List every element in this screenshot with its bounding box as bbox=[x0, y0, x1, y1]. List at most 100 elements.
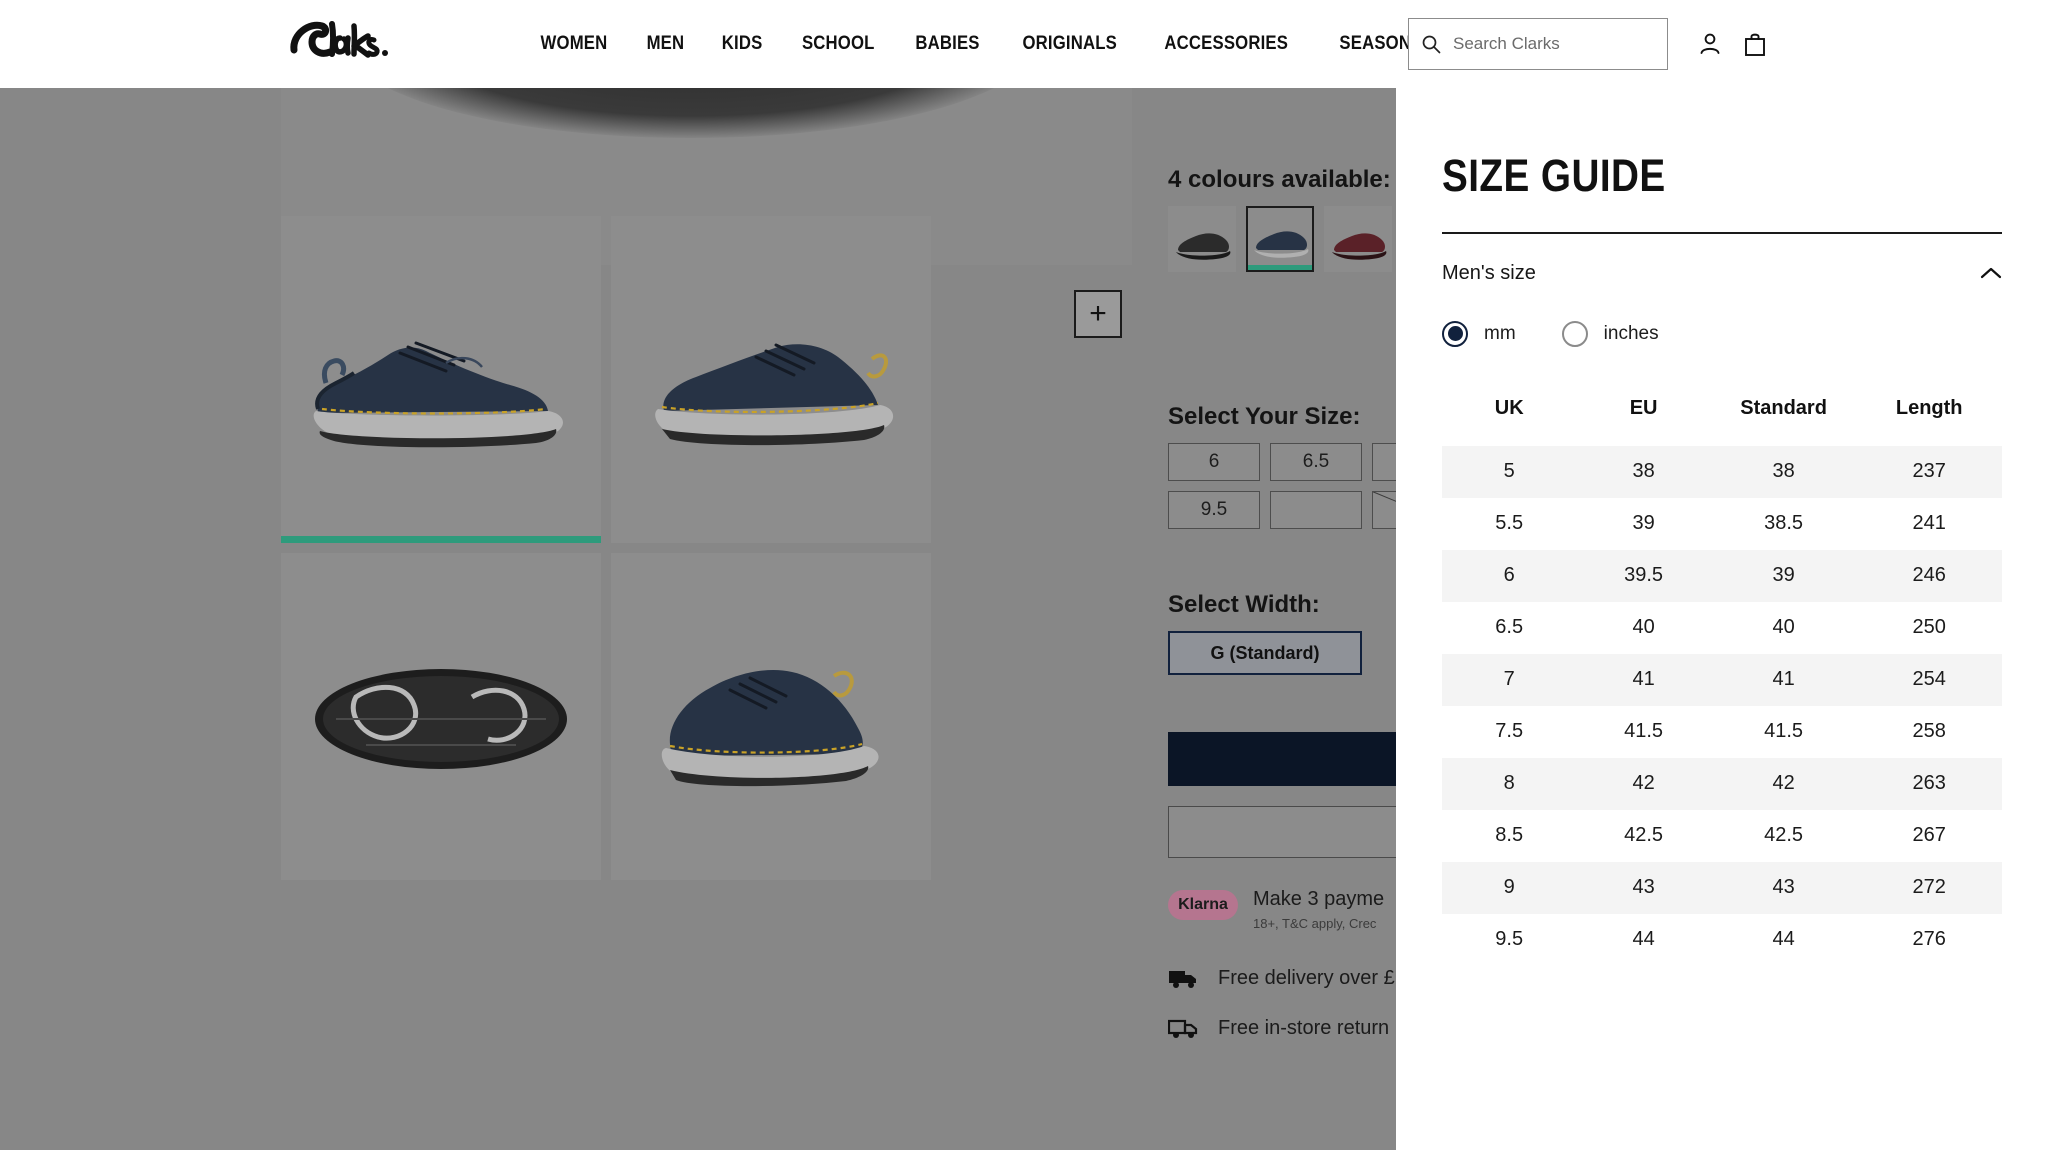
size-option-6[interactable]: 6 bbox=[1168, 443, 1260, 481]
unit-label-inches: inches bbox=[1603, 322, 1659, 344]
nav-item-men[interactable]: MEN bbox=[632, 33, 698, 55]
select-size-label: Select Your Size: bbox=[1168, 403, 1361, 430]
delivery-row-free-returns: Free in-store return bbox=[1167, 1016, 1395, 1040]
gallery-thumbnail-grid bbox=[281, 216, 1133, 880]
cell-eu: 42.5 bbox=[1624, 824, 1664, 846]
gallery-image-side-view[interactable] bbox=[281, 216, 601, 543]
cell-eu: 44 bbox=[1632, 928, 1655, 950]
table-row: 8.5 42.5 42.5 267 bbox=[1442, 810, 2002, 862]
cell-length: 246 bbox=[1912, 564, 1946, 586]
account-icon[interactable] bbox=[1697, 30, 1723, 58]
delivery-row-free-delivery: Free delivery over £ bbox=[1168, 966, 1395, 990]
colour-swatches bbox=[1168, 206, 1392, 272]
cell-uk: 6 bbox=[1503, 564, 1515, 586]
search-icon bbox=[1421, 34, 1441, 54]
table-row: 6 39.5 39 246 bbox=[1442, 549, 2002, 602]
nav-item-school[interactable]: SCHOOL bbox=[788, 33, 889, 55]
width-option-standard[interactable]: G (Standard) bbox=[1168, 631, 1362, 675]
cell-standard: 38 bbox=[1772, 460, 1795, 482]
shopping-bag-icon[interactable] bbox=[1742, 30, 1768, 58]
shoe-angle-illustration bbox=[655, 343, 894, 445]
size-option-next-b[interactable] bbox=[1270, 491, 1362, 529]
gallery-image-sole-view[interactable] bbox=[281, 553, 601, 880]
site-header: WOMEN MEN KIDS SCHOOL BABIES ORIGINALS A… bbox=[0, 0, 2048, 88]
unit-radio-inches[interactable]: inches bbox=[1561, 320, 1659, 347]
colour-swatch-burgundy[interactable] bbox=[1324, 206, 1392, 272]
table-row: 5 38 38 237 bbox=[1442, 445, 2002, 498]
klarna-headline: Make 3 payme bbox=[1253, 888, 1385, 910]
column-header-uk: UK bbox=[1494, 396, 1524, 419]
free-delivery-text: Free delivery over £ bbox=[1218, 966, 1395, 989]
cell-uk: 5.5 bbox=[1495, 512, 1524, 534]
cell-length: 250 bbox=[1912, 616, 1946, 638]
cell-eu: 42 bbox=[1632, 772, 1655, 794]
clarks-logo[interactable] bbox=[284, 16, 412, 72]
chevron-up-icon[interactable] bbox=[1980, 266, 2002, 280]
table-row: 9 43 43 272 bbox=[1442, 861, 2002, 914]
search-box[interactable] bbox=[1408, 18, 1668, 70]
cell-eu: 41.5 bbox=[1624, 720, 1664, 742]
size-guide-title: SIZE GUIDE bbox=[1442, 150, 1666, 201]
cell-standard: 41 bbox=[1772, 668, 1795, 690]
table-row: 8 42 42 263 bbox=[1442, 757, 2002, 810]
colours-available-label: 4 colours available: bbox=[1168, 166, 1391, 193]
table-header: UK EU Standard Length bbox=[1442, 387, 2002, 446]
cell-standard: 39 bbox=[1772, 564, 1795, 586]
product-page: WOMEN MEN KIDS SCHOOL BABIES ORIGINALS A… bbox=[0, 0, 2048, 1150]
table-row: 7.5 41.5 41.5 258 bbox=[1442, 706, 2002, 758]
cell-uk: 8.5 bbox=[1495, 824, 1524, 846]
column-header-eu: EU bbox=[1629, 396, 1658, 419]
cell-length: 237 bbox=[1912, 460, 1946, 482]
colour-swatch-black[interactable] bbox=[1168, 206, 1236, 272]
column-header-length: Length bbox=[1895, 396, 1963, 419]
unit-radio-mm[interactable]: mm bbox=[1442, 320, 1516, 347]
shoe-sole-image bbox=[341, 88, 1041, 138]
klarna-text: Make 3 payme 18+, T&C apply, Crec bbox=[1253, 888, 1384, 931]
free-returns-text: Free in-store return bbox=[1218, 1016, 1390, 1039]
cell-length: 254 bbox=[1912, 668, 1946, 690]
delivery-info: Free delivery over £ Free in-store retur… bbox=[1167, 966, 1395, 1066]
cell-length: 258 bbox=[1912, 720, 1946, 742]
size-option-6-5[interactable]: 6.5 bbox=[1270, 443, 1362, 481]
cell-eu: 39 bbox=[1632, 512, 1655, 534]
shoe-threequarter-illustration bbox=[661, 669, 879, 786]
table-row: 6.5 40 40 250 bbox=[1442, 602, 2002, 654]
search-input[interactable] bbox=[1453, 34, 1655, 54]
unit-label-mm: mm bbox=[1484, 322, 1516, 344]
size-guide-panel: SIZE GUIDE Men's size mm inches UK EU St… bbox=[1396, 88, 2048, 1150]
cell-length: 241 bbox=[1912, 512, 1946, 534]
table-body: 5 38 38 237 5.5 39 38.5 241 6 39.5 39 24… bbox=[1442, 445, 2002, 966]
nav-item-accessories[interactable]: ACCESSORIES bbox=[1150, 33, 1302, 55]
cell-standard: 42.5 bbox=[1764, 824, 1804, 846]
cell-standard: 44 bbox=[1772, 928, 1795, 950]
colour-swatch-navy[interactable] bbox=[1246, 206, 1314, 272]
cell-uk: 8 bbox=[1503, 772, 1515, 794]
gallery-image-three-quarter-view[interactable] bbox=[611, 553, 931, 880]
klarna-terms: 18+, T&C apply, Crec bbox=[1253, 916, 1377, 931]
radio-dot-inches bbox=[1561, 320, 1588, 347]
title-divider bbox=[1442, 232, 2002, 234]
select-width-label: Select Width: bbox=[1168, 591, 1320, 618]
nav-item-kids[interactable]: KIDS bbox=[707, 33, 776, 55]
cell-eu: 40 bbox=[1632, 616, 1655, 638]
nav-item-originals[interactable]: ORIGINALS bbox=[1009, 33, 1132, 55]
nav-item-babies[interactable]: BABIES bbox=[902, 33, 994, 55]
shoe-side-illustration bbox=[313, 341, 563, 447]
table-row: 5.5 39 38.5 241 bbox=[1442, 498, 2002, 550]
cell-eu: 39.5 bbox=[1624, 564, 1664, 586]
cell-eu: 43 bbox=[1632, 876, 1655, 898]
klarna-promo: Klarna Make 3 payme 18+, T&C apply, Crec bbox=[1168, 888, 1384, 931]
table-row: 9.5 44 44 276 bbox=[1442, 914, 2002, 966]
delivery-truck-icon bbox=[1168, 966, 1198, 990]
cell-standard: 41.5 bbox=[1764, 720, 1804, 742]
radio-dot-mm bbox=[1442, 320, 1468, 347]
cell-standard: 42 bbox=[1772, 772, 1795, 794]
nav-item-women[interactable]: WOMEN bbox=[526, 33, 621, 55]
mens-size-accordion-header[interactable]: Men's size bbox=[1442, 262, 2002, 285]
main-navigation: WOMEN MEN KIDS SCHOOL BABIES ORIGINALS A… bbox=[520, 0, 1535, 88]
cell-standard: 40 bbox=[1772, 616, 1795, 638]
cell-uk: 9.5 bbox=[1495, 928, 1524, 950]
gallery-image-angle-view[interactable] bbox=[611, 216, 931, 543]
size-option-9-5[interactable]: 9.5 bbox=[1168, 491, 1260, 529]
cell-length: 263 bbox=[1912, 772, 1946, 794]
